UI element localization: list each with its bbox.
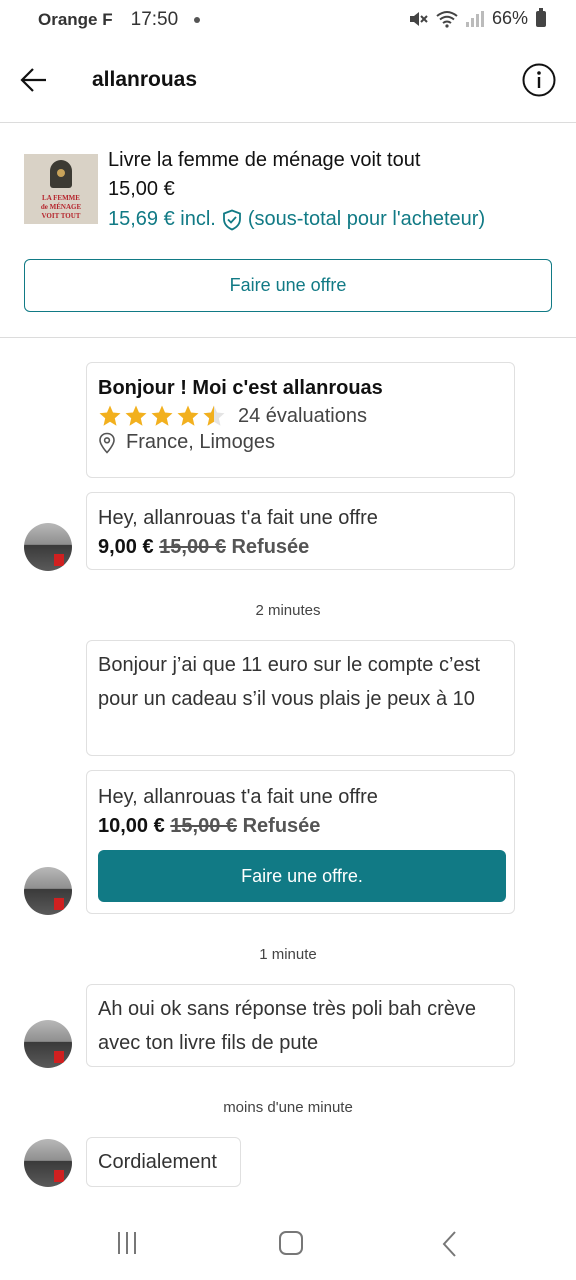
conversation-username[interactable]: allanrouas bbox=[92, 68, 197, 92]
star-icon bbox=[125, 405, 147, 426]
header-divider bbox=[0, 122, 576, 123]
price-incl-value: 15,69 € incl. bbox=[108, 208, 216, 230]
cover-text-2: de MÉNAGE bbox=[40, 203, 82, 211]
subtotal-note: (sous-total pour l'acheteur) bbox=[247, 208, 486, 230]
offer-message[interactable]: Hey, allanrouas t'a fait une offre 9,00 … bbox=[86, 492, 515, 570]
item-price-incl: 15,69 € incl. (sous-total pour l'acheteu… bbox=[108, 208, 485, 231]
star-icon bbox=[99, 405, 121, 426]
signal-icon bbox=[465, 10, 484, 27]
offer-price: 9,00 € bbox=[98, 536, 154, 558]
shield-check-icon[interactable] bbox=[222, 209, 242, 231]
offer-status: Refusée bbox=[231, 536, 310, 558]
message-bubble[interactable]: Ah oui ok sans réponse très poli bah crè… bbox=[86, 984, 515, 1067]
offer-values: 9,00 € 15,00 € Refusée bbox=[98, 533, 503, 561]
original-price: 15,00 € bbox=[170, 815, 238, 837]
avatar[interactable] bbox=[24, 523, 72, 571]
rating-row: 24 évaluations bbox=[98, 404, 503, 428]
offer-status: Refusée bbox=[242, 815, 321, 837]
carrier-name: Orange F bbox=[38, 10, 113, 29]
message-bubble[interactable]: Bonjour j’ai que 11 euro sur le compte c… bbox=[86, 640, 515, 756]
avatar[interactable] bbox=[24, 867, 72, 915]
item-title[interactable]: Livre la femme de ménage voit tout bbox=[108, 149, 420, 172]
message-text: Ah oui ok sans réponse très poli bah crè… bbox=[98, 998, 476, 1054]
item-price: 15,00 € bbox=[108, 178, 175, 200]
item-thumbnail[interactable]: LA FEMME de MÉNAGE VOIT TOUT bbox=[24, 154, 98, 224]
recent-apps-icon[interactable] bbox=[118, 1232, 136, 1254]
message-timestamp: 1 minute bbox=[259, 946, 317, 963]
half-star-icon bbox=[203, 405, 225, 426]
star-icon bbox=[151, 405, 173, 426]
info-icon[interactable] bbox=[522, 63, 556, 97]
clock: 17:50 bbox=[130, 9, 179, 30]
wifi-icon bbox=[436, 10, 458, 28]
back-arrow-icon[interactable] bbox=[18, 64, 50, 96]
profile-greeting: Bonjour ! Moi c'est allanrouas bbox=[98, 377, 383, 399]
offer-text: Hey, allanrouas t'a fait une offre bbox=[98, 507, 378, 529]
offer-text: Hey, allanrouas t'a fait une offre bbox=[98, 786, 378, 808]
message-text: Bonjour j’ai que 11 euro sur le compte c… bbox=[98, 654, 481, 710]
mute-icon bbox=[409, 11, 428, 26]
status-left: Orange F 17:50 bbox=[38, 9, 201, 31]
status-right: 66% bbox=[408, 7, 546, 29]
make-offer-button[interactable]: Faire une offre bbox=[24, 259, 552, 312]
make-offer-button[interactable]: Faire une offre. bbox=[98, 850, 506, 902]
battery-icon bbox=[536, 7, 546, 27]
cover-eye-icon bbox=[50, 160, 72, 188]
cover-text-1: LA FEMME bbox=[42, 194, 80, 202]
conversation-header: allanrouas bbox=[0, 50, 576, 120]
message-timestamp: 2 minutes bbox=[255, 602, 321, 619]
item-divider bbox=[0, 337, 576, 338]
offer-message[interactable]: Hey, allanrouas t'a fait une offre 10,00… bbox=[86, 770, 515, 914]
location-pin-icon bbox=[99, 432, 115, 454]
rating-stars bbox=[98, 404, 226, 428]
location-text: France, Limoges bbox=[126, 431, 275, 453]
status-bar: Orange F 17:50 66% bbox=[0, 0, 576, 42]
location-row: France, Limoges bbox=[98, 431, 503, 454]
cover-text-3: VOIT TOUT bbox=[41, 212, 81, 220]
avatar[interactable] bbox=[24, 1139, 72, 1187]
avatar[interactable] bbox=[24, 1020, 72, 1068]
notification-dot-icon bbox=[194, 17, 201, 23]
offer-values: 10,00 € 15,00 € Refusée bbox=[98, 812, 503, 840]
rating-count: 24 évaluations bbox=[238, 404, 367, 427]
system-nav-bar bbox=[0, 1200, 576, 1280]
message-text: Cordialement bbox=[98, 1151, 217, 1173]
home-icon[interactable] bbox=[279, 1231, 303, 1255]
star-icon bbox=[177, 405, 199, 426]
nav-back-icon[interactable] bbox=[440, 1230, 458, 1258]
message-bubble[interactable]: Cordialement bbox=[86, 1137, 241, 1187]
original-price: 15,00 € bbox=[159, 536, 226, 558]
message-timestamp: moins d'une minute bbox=[223, 1099, 353, 1116]
battery-percent: 66% bbox=[491, 8, 528, 28]
offer-price: 10,00 € bbox=[98, 815, 165, 837]
profile-card[interactable]: Bonjour ! Moi c'est allanrouas 24 évalua… bbox=[86, 362, 515, 478]
